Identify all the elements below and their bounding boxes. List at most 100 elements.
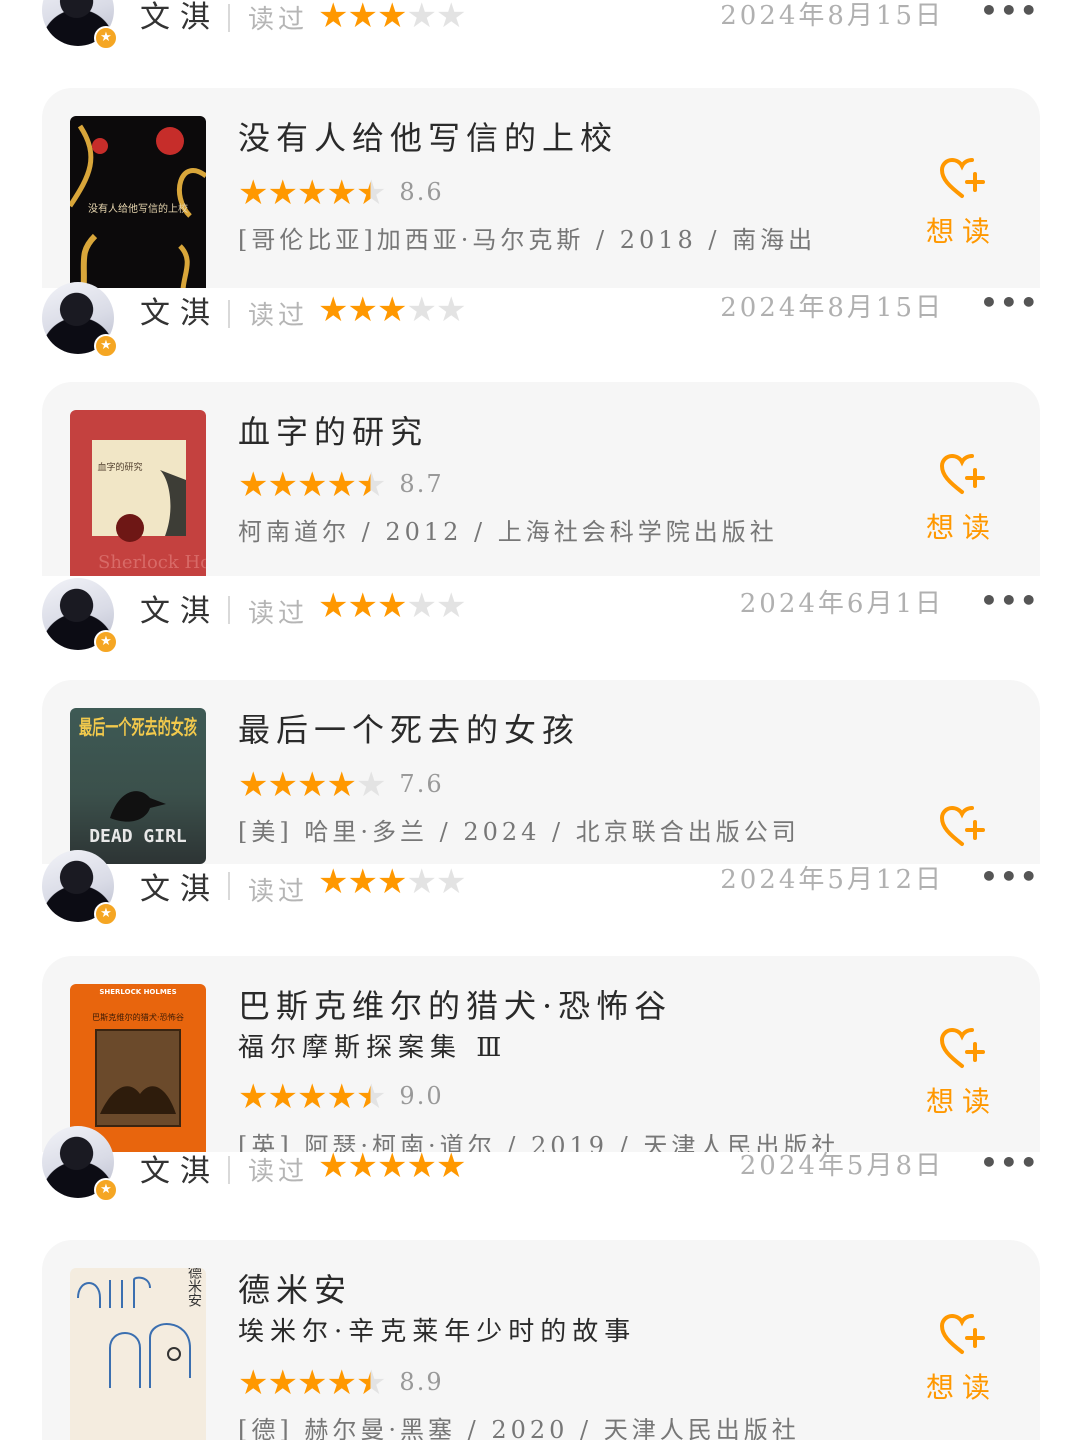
star-icon: ★: [267, 1077, 298, 1117]
star-icon: ★: [326, 765, 357, 805]
star-icon: ★: [435, 586, 467, 626]
more-dots-icon[interactable]: •••: [980, 1148, 1040, 1178]
rating-score: 8.6: [399, 178, 444, 206]
user-name[interactable]: 文淇: [140, 0, 220, 38]
want-to-read-button[interactable]: 想读: [922, 454, 1002, 546]
read-status: 读过: [248, 301, 309, 331]
want-to-read-button[interactable]: 想读: [922, 1314, 1002, 1406]
star-icon: ★: [355, 173, 387, 213]
book-title[interactable]: 巴斯克维尔的猎犬·恐怖谷: [238, 982, 672, 1030]
user-row: ★ 文淇 读过 ★★★★★ 2024年8月15日 •••: [0, 282, 1080, 358]
star-icon: ★: [296, 765, 328, 805]
more-dots-icon[interactable]: •••: [980, 586, 1040, 616]
star-icon: ★: [347, 586, 378, 626]
cover-art: 德米安: [77, 1268, 202, 1388]
review-feed: ★ 文淇 读过 ★★★★★ 2024年8月15日 ••• 没有人给他写信的上校 …: [0, 0, 1080, 1440]
rating-stars: ★★★★★: [238, 173, 387, 213]
cover-subtitle: DEAD GIRL: [89, 826, 187, 847]
book-cover[interactable]: 德米安: [70, 1268, 206, 1440]
heart-plus-icon: [939, 158, 985, 198]
user-row: ★ 文淇 读过 ★★★★★ 2024年6月1日 •••: [0, 578, 1080, 654]
user-name[interactable]: 文淇: [140, 870, 220, 910]
book-cover[interactable]: SHERLOCK HOLMES 巴斯克维尔的猎犬·恐怖谷: [70, 984, 206, 1152]
star-icon: ★: [296, 173, 328, 213]
want-to-read-button[interactable]: [922, 806, 1002, 848]
book-subtitle: 埃米尔·辛克莱年少时的故事: [238, 1317, 637, 1347]
more-dots-icon[interactable]: •••: [980, 0, 1040, 26]
cover-series: Sherlock Holmes: [98, 552, 206, 573]
cover-title: 最后一个死去的女孩: [79, 715, 197, 739]
book-title[interactable]: 最后一个死去的女孩: [238, 706, 580, 754]
user-rating: ★★★★★: [318, 1146, 466, 1186]
user-row: ★ 文淇 读过 ★★★★★ 2024年5月8日 •••: [0, 1126, 1080, 1212]
book-cover[interactable]: 没有人给他写信的上校: [70, 116, 206, 288]
rating-stars: ★★★★★: [238, 465, 386, 505]
book-card[interactable]: 最后一个死去的女孩 DEAD GIRL 最后一个死去的女孩 ★★★★★ 7.6 […: [42, 680, 1040, 864]
avatar[interactable]: ★: [42, 0, 118, 50]
star-icon: ★: [406, 0, 437, 36]
book-card[interactable]: 德米安 德米安 埃米尔·辛克莱年少时的故事 ★★★★★ 8.9 [德] 赫尔曼·黑…: [42, 1240, 1040, 1440]
want-to-read-button[interactable]: 想读: [922, 158, 1002, 250]
book-card[interactable]: 没有人给他写信的上校 没有人给他写信的上校 ★★★★★ 8.6 [哥伦比亚]加西亚…: [42, 88, 1040, 288]
rating-score: 9.0: [399, 1082, 444, 1110]
review-date: 2024年5月8日: [739, 1151, 944, 1181]
heart-plus-icon: [939, 1028, 985, 1068]
read-status: 读过: [248, 599, 309, 629]
user-rating: ★★★★★: [318, 862, 467, 902]
book-meta: [德] 赫尔曼·黑塞 / 2020 / 天津人民出版社: [238, 1416, 800, 1440]
book-rating: ★★★★★ 7.6: [238, 764, 444, 805]
avatar[interactable]: ★: [42, 282, 118, 358]
want-to-read-label: 想读: [925, 511, 998, 544]
star-icon: ★: [326, 1363, 357, 1403]
book-meta: 柯南道尔 / 2012 / 上海社会科学院出版社: [238, 518, 778, 546]
star-icon: ★: [406, 290, 437, 330]
star-icon: ★: [238, 765, 269, 805]
star-icon: ★: [296, 465, 328, 505]
star-icon: ★: [296, 1077, 328, 1117]
want-to-read-button[interactable]: 想读: [922, 1028, 1002, 1120]
star-icon: ★: [355, 765, 387, 805]
star-icon: ★: [318, 862, 349, 902]
star-badge-icon: ★: [94, 902, 118, 926]
heart-plus-icon: [939, 1314, 985, 1354]
star-icon: ★: [318, 0, 349, 36]
star-icon: ★: [267, 465, 298, 505]
avatar[interactable]: ★: [42, 578, 118, 654]
star-icon: ★: [347, 290, 378, 330]
avatar[interactable]: ★: [42, 850, 118, 926]
star-icon: ★: [267, 1363, 298, 1403]
book-cover[interactable]: 血字的研究 Sherlock Holmes: [70, 410, 206, 576]
more-dots-icon[interactable]: •••: [980, 288, 1040, 318]
cover-art: 血字的研究 Sherlock Holmes: [92, 440, 206, 573]
cover-title: 血字的研究: [97, 461, 142, 473]
review-date: 2024年5月12日: [720, 865, 944, 895]
more-dots-icon[interactable]: •••: [980, 862, 1040, 892]
star-icon: ★: [435, 290, 467, 330]
book-rating: ★★★★★ 9.0: [238, 1076, 444, 1117]
star-icon: ★: [406, 862, 437, 902]
rating-stars: ★★★★★: [238, 765, 387, 805]
user-name[interactable]: 文淇: [140, 294, 220, 334]
book-title[interactable]: 没有人给他写信的上校: [238, 114, 618, 162]
book-meta: [美] 哈里·多兰 / 2024 / 北京联合出版公司: [238, 818, 800, 846]
star-icon: ★: [238, 465, 269, 505]
star-icon: ★: [435, 862, 467, 902]
book-card[interactable]: 血字的研究 Sherlock Holmes 血字的研究 ★★★★★8.7 柯南道…: [42, 382, 1040, 576]
book-title[interactable]: 德米安: [238, 1266, 352, 1314]
want-to-read-label: 想读: [925, 1085, 998, 1118]
star-icon: ★: [267, 765, 298, 805]
want-to-read-label: 想读: [925, 215, 998, 248]
cover-title: 德米安: [186, 1268, 202, 1307]
star-icon: ★: [238, 1077, 269, 1117]
user-name[interactable]: 文淇: [140, 1152, 220, 1192]
star-icon: ★: [347, 1146, 378, 1186]
user-rating: ★★★★★: [318, 586, 467, 626]
book-title[interactable]: 血字的研究: [238, 408, 428, 456]
star-icon: ★: [238, 1363, 269, 1403]
book-cover[interactable]: 最后一个死去的女孩 DEAD GIRL: [70, 708, 206, 864]
book-card[interactable]: SHERLOCK HOLMES 巴斯克维尔的猎犬·恐怖谷 巴斯克维尔的猎犬·恐怖…: [42, 956, 1040, 1152]
book-subtitle: 福尔摩斯探案集 Ⅲ: [238, 1033, 508, 1063]
avatar[interactable]: ★: [42, 1126, 118, 1202]
review-date: 2024年6月1日: [739, 589, 944, 619]
user-name[interactable]: 文淇: [140, 592, 220, 632]
